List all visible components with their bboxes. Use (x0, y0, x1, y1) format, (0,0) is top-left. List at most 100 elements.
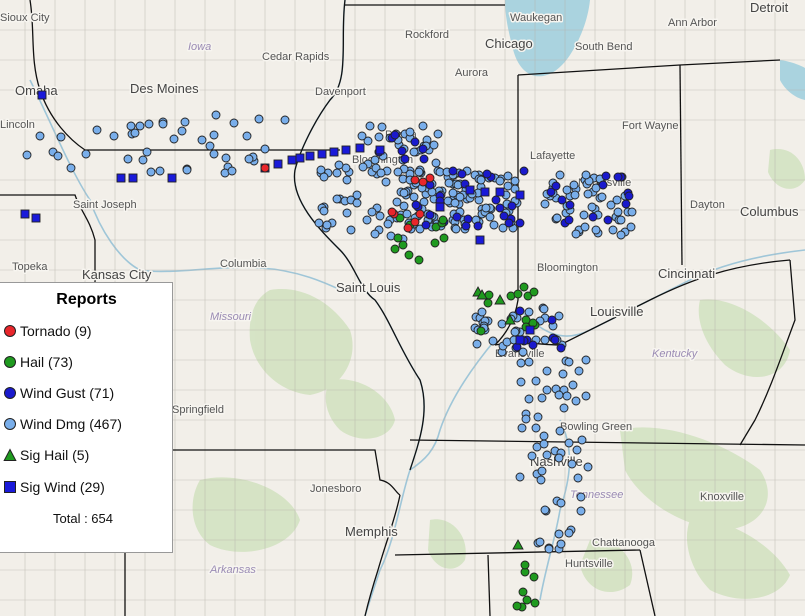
wind-gust-report-marker (504, 218, 514, 228)
legend-item-sig-hail: Sig Hail (5) (3, 445, 89, 465)
wind-damage-report-marker (362, 215, 372, 225)
city-label: Rockford (405, 29, 449, 41)
wind-damage-report-marker (319, 206, 329, 216)
sig-wind-report-marker (295, 153, 305, 163)
city-label: Knoxville (700, 491, 744, 503)
state-label: Arkansas (209, 564, 256, 576)
wind-damage-report-marker (612, 195, 622, 205)
wind-damage-report-marker (510, 176, 520, 186)
legend-item-label: Hail (73) (20, 354, 73, 370)
wind-damage-report-marker (138, 155, 148, 165)
city-label: Bowling Green (560, 421, 632, 433)
tornado-report-marker (403, 223, 413, 233)
city-label: Bloomington (537, 262, 598, 274)
wind-damage-report-marker (515, 472, 525, 482)
wind-gust-report-marker (547, 315, 557, 325)
wind-gust-report-marker (421, 220, 431, 230)
wind-damage-report-marker (477, 307, 487, 317)
wind-damage-report-marker (182, 165, 192, 175)
wind-damage-report-marker (564, 528, 574, 538)
wind-damage-report-marker (357, 131, 367, 141)
wind-gust-report-marker (495, 203, 505, 213)
city-label: Huntsville (565, 558, 613, 570)
wind-damage-report-marker (555, 170, 565, 180)
wind-damage-report-marker (616, 230, 626, 240)
wind-damage-report-marker (488, 336, 498, 346)
tornado-report-marker (260, 163, 270, 173)
sig-wind-report-marker (515, 190, 525, 200)
wind-damage-report-marker (146, 167, 156, 177)
state-label: Iowa (188, 41, 211, 53)
wind-damage-report-marker (209, 149, 219, 159)
legend-item-label: Wind Dmg (467) (20, 416, 122, 432)
wind-gust-report-marker (418, 144, 428, 154)
city-label: Fort Wayne (622, 120, 678, 132)
hail-report-marker (530, 598, 540, 608)
wind-damage-report-marker (527, 451, 537, 461)
hail-report-marker (529, 572, 539, 582)
tornado-report-marker (387, 207, 397, 217)
tornado-report-marker (415, 209, 425, 219)
sig-wind-report-marker (273, 159, 283, 169)
hail-report-marker (438, 215, 448, 225)
city-label: Jonesboro (310, 483, 361, 495)
wind-damage-report-marker (332, 194, 342, 204)
wind-damage-report-marker (535, 537, 545, 547)
wind-damage-report-marker (414, 167, 424, 177)
wind-damage-report-marker (567, 459, 577, 469)
hail-report-marker (529, 287, 539, 297)
wind-damage-report-marker (554, 390, 564, 400)
sig-wind-report-marker (355, 143, 365, 153)
wind-damage-report-marker (409, 192, 419, 202)
hail-report-marker (404, 250, 414, 260)
wind-damage-report-marker (342, 208, 352, 218)
wind-gust-report-marker (546, 187, 556, 197)
wind-gust-report-marker (411, 200, 421, 210)
wind-damage-report-marker (554, 529, 564, 539)
legend-item-wind-dmg: Wind Dmg (467) (3, 414, 122, 434)
wind-gust-report-marker (601, 171, 611, 181)
wind-damage-report-marker (399, 188, 409, 198)
wind-gust-report-marker (452, 212, 462, 222)
hail-report-marker (520, 560, 530, 570)
wind-damage-report-marker (22, 150, 32, 160)
wind-damage-report-marker (155, 166, 165, 176)
wind-damage-report-marker (524, 394, 534, 404)
wind-gust-report-marker (515, 306, 525, 316)
wind-damage-report-marker (221, 153, 231, 163)
sig-wind-report-marker (116, 173, 126, 183)
wind-damage-report-marker (472, 339, 482, 349)
city-label: Memphis (345, 524, 398, 539)
city-label: Dayton (690, 199, 725, 211)
wind-damage-report-marker (365, 121, 375, 131)
hail-report-marker (476, 326, 486, 336)
wind-damage-report-marker (597, 192, 607, 202)
city-label: Columbus (740, 204, 799, 219)
wind-damage-report-marker (516, 358, 526, 368)
wind-gust-report-marker (621, 199, 631, 209)
wind-damage-report-marker (576, 506, 586, 516)
wind-damage-report-marker (542, 450, 552, 460)
wind-gust-report-marker (550, 335, 560, 345)
city-label: Kansas City (82, 267, 152, 282)
wind-damage-report-marker (576, 492, 586, 502)
wind-damage-report-marker (319, 172, 329, 182)
legend-total: Total : 654 (53, 511, 113, 526)
wind-damage-report-marker (109, 131, 119, 141)
city-label: Cedar Rapids (262, 51, 330, 63)
wind-damage-report-marker (571, 229, 581, 239)
legend-item-label: Sig Hail (5) (20, 447, 90, 463)
wind-damage-report-marker (577, 435, 587, 445)
wind-damage-report-marker (244, 154, 254, 164)
wind-damage-report-marker (572, 445, 582, 455)
wind-gust-report-marker (491, 195, 501, 205)
wind-gust-report-marker (624, 191, 634, 201)
wind-damage-report-marker (377, 122, 387, 132)
wind-damage-report-marker (450, 198, 460, 208)
wind-gust-report-marker (410, 137, 420, 147)
state-label: Kentucky (652, 348, 699, 360)
wind-damage-report-marker (533, 412, 543, 422)
sig-wind-report-marker (329, 147, 339, 157)
wind-damage-report-marker (539, 439, 549, 449)
city-label: Detroit (750, 0, 789, 15)
